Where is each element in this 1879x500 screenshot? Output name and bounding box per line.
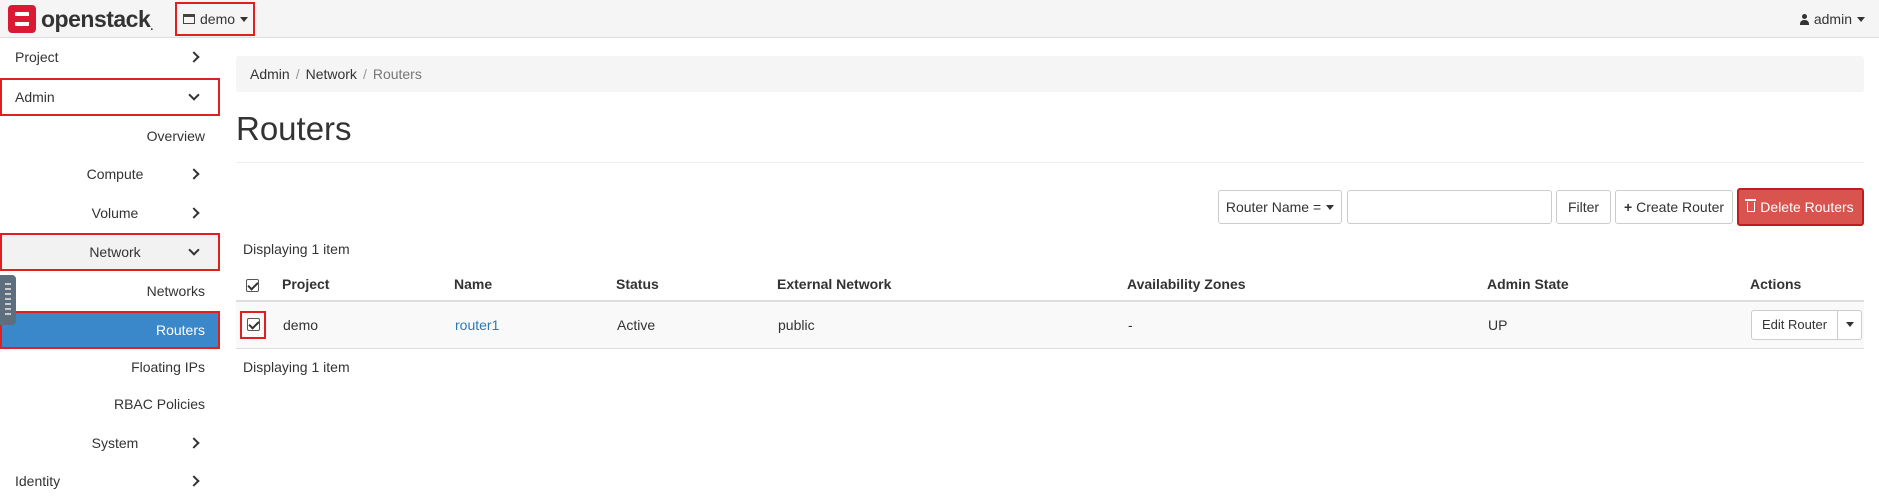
- chevron-right-icon: [188, 51, 200, 63]
- project-selector-label: demo: [200, 11, 236, 27]
- title-divider: [236, 162, 1864, 163]
- more-actions-dropdown[interactable]: [1838, 309, 1863, 340]
- routers-table: Project Name Status External Network Ava…: [236, 268, 1864, 349]
- sidebar-item-network[interactable]: Network: [0, 233, 220, 271]
- sidebar-item-admin[interactable]: Admin: [0, 78, 220, 116]
- user-menu-label: admin: [1813, 11, 1852, 27]
- cell-admin-state: UP: [1487, 301, 1750, 349]
- openstack-logo-icon: [8, 5, 36, 33]
- breadcrumb-routers: Routers: [372, 66, 422, 82]
- caret-down-icon: [240, 16, 249, 22]
- cell-availability-zones: -: [1127, 301, 1487, 349]
- caret-down-icon: [1857, 16, 1865, 22]
- table-header-row: Project Name Status External Network Ava…: [236, 268, 1864, 302]
- sidebar-item-system[interactable]: System: [0, 424, 220, 462]
- table-row: demo router1 Active public - UP Edit Rou…: [236, 301, 1864, 349]
- header-admin-state[interactable]: Admin State: [1487, 268, 1750, 302]
- brand-logo-link[interactable]: openstack.: [8, 3, 153, 35]
- header-availability-zones[interactable]: Availability Zones: [1127, 268, 1487, 302]
- filter-button[interactable]: Filter: [1556, 190, 1611, 224]
- sidebar-item-identity[interactable]: Identity: [0, 462, 220, 500]
- filter-field-dropdown[interactable]: Router Name =: [1218, 190, 1342, 224]
- cell-actions: Edit Router: [1750, 301, 1864, 349]
- sidebar-item-routers[interactable]: Routers: [0, 311, 220, 349]
- router-name-link[interactable]: router1: [455, 317, 499, 333]
- trash-icon: [1745, 199, 1757, 212]
- item-count-bottom: Displaying 1 item: [243, 359, 350, 375]
- caret-down-icon: [1845, 322, 1854, 328]
- cell-status: Active: [616, 301, 777, 349]
- user-icon: [1799, 13, 1809, 25]
- header-actions: Actions: [1750, 268, 1864, 302]
- row-select-cell: [236, 301, 282, 349]
- header-name[interactable]: Name: [454, 268, 616, 302]
- header-external-network[interactable]: External Network: [777, 268, 1127, 302]
- header-status[interactable]: Status: [616, 268, 777, 302]
- select-all-checkbox[interactable]: [246, 278, 259, 292]
- sidebar-drag-handle[interactable]: [0, 275, 16, 325]
- sidebar-item-compute[interactable]: Compute: [0, 155, 220, 193]
- checkbox-checked-icon: [246, 318, 260, 332]
- sidebar-item-rbac-policies[interactable]: RBAC Policies: [0, 385, 220, 423]
- sidebar-item-volume[interactable]: Volume: [0, 194, 220, 232]
- chevron-right-icon: [188, 475, 200, 487]
- chevron-down-icon: [188, 244, 200, 256]
- item-count-top: Displaying 1 item: [243, 241, 350, 257]
- page-title: Routers: [236, 110, 352, 147]
- brand-name: openstack.: [41, 5, 153, 33]
- project-selector[interactable]: demo: [175, 2, 255, 36]
- caret-down-icon: [1326, 204, 1335, 210]
- sidebar-item-project[interactable]: Project: [0, 38, 220, 76]
- filter-input[interactable]: [1347, 190, 1552, 224]
- chevron-right-icon: [188, 437, 200, 449]
- user-menu[interactable]: admin: [1799, 11, 1865, 27]
- row-select-checkbox[interactable]: [240, 310, 266, 339]
- chevron-right-icon: [188, 168, 200, 180]
- breadcrumb-network[interactable]: Network: [306, 66, 357, 82]
- plus-icon: +: [1623, 199, 1633, 215]
- project-icon: [183, 14, 195, 24]
- cell-name: router1: [454, 301, 616, 349]
- sidebar-item-floating-ips[interactable]: Floating IPs: [0, 348, 220, 386]
- edit-router-button[interactable]: Edit Router: [1751, 309, 1839, 340]
- sidebar-item-overview[interactable]: Overview: [0, 117, 220, 155]
- breadcrumb: Admin / Network / Routers: [236, 56, 1864, 92]
- create-router-button[interactable]: + Create Router: [1615, 190, 1733, 224]
- header-project[interactable]: Project: [282, 268, 454, 302]
- sidebar-item-networks[interactable]: Networks: [0, 272, 220, 310]
- select-all-header: [236, 268, 282, 302]
- chevron-down-icon: [188, 89, 200, 101]
- delete-routers-button[interactable]: Delete Routers: [1737, 188, 1864, 226]
- chevron-right-icon: [188, 207, 200, 219]
- sidebar: Project Admin Overview Compute Volume Ne…: [0, 38, 220, 500]
- row-actions: Edit Router: [1751, 309, 1863, 340]
- top-navbar: openstack. demo admin: [0, 0, 1879, 38]
- cell-external-network: public: [777, 301, 1127, 349]
- cell-project: demo: [282, 301, 454, 349]
- breadcrumb-admin[interactable]: Admin: [250, 66, 290, 82]
